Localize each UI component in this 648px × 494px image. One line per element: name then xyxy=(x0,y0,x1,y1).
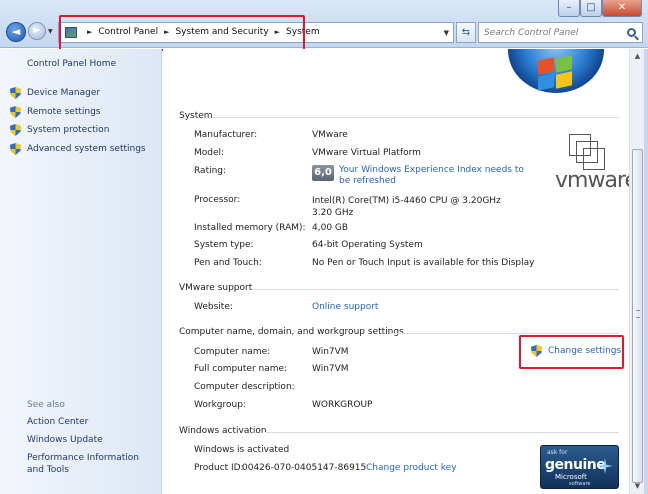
rating-label: Rating: xyxy=(194,166,227,176)
search-input[interactable] xyxy=(484,26,619,40)
shield-icon xyxy=(10,106,21,118)
product-id-label: Product ID: xyxy=(194,463,244,473)
sidebar-item-remote-settings[interactable]: Remote settings xyxy=(10,106,100,118)
see-also-heading: See also xyxy=(27,400,65,410)
section-divider xyxy=(390,333,619,334)
windows-logo xyxy=(508,49,604,93)
vertical-scrollbar[interactable]: ▲ ▼ xyxy=(629,49,644,494)
online-support-link[interactable]: Online support xyxy=(312,302,378,312)
genuine-word: genuine xyxy=(545,457,606,473)
computer-name-value: Win7VM xyxy=(312,347,349,357)
model-label: Model: xyxy=(194,148,225,158)
section-activation-title: Windows activation xyxy=(179,426,267,436)
see-also-performance-information[interactable]: Performance Information and Tools xyxy=(27,452,157,476)
back-button[interactable]: ◄ xyxy=(6,22,26,42)
refresh-icon: ⇆ xyxy=(461,27,471,38)
sidebar-item-label: Device Manager xyxy=(27,88,101,98)
computer-description-label: Computer description: xyxy=(194,382,295,392)
sidebar-item-device-manager[interactable]: Device Manager xyxy=(10,87,100,99)
section-vmware-support-title: VMware support xyxy=(179,283,253,293)
manufacturer-label: Manufacturer: xyxy=(194,130,258,140)
full-computer-name-value: Win7VM xyxy=(312,364,349,374)
shield-icon xyxy=(10,143,21,155)
sidebar-item-label: Remote settings xyxy=(27,107,101,117)
sidebar-item-label: System protection xyxy=(27,125,110,135)
workgroup-label: Workgroup: xyxy=(194,400,246,410)
refresh-button[interactable]: ⇆ xyxy=(456,22,476,43)
system-type-label: System type: xyxy=(194,240,254,250)
rating-value: 6,0 Your Windows Experience Index needs t… xyxy=(312,165,527,187)
scrollbar-thumb[interactable] xyxy=(632,149,643,483)
change-product-key-link[interactable]: Change product key xyxy=(366,463,457,473)
pen-touch-value: No Pen or Touch Input is available for t… xyxy=(312,258,535,268)
flag-red xyxy=(538,57,554,75)
main-content: System Manufacturer: VMware Model: VMwar… xyxy=(163,49,629,494)
processor-value: Intel(R) Core(TM) i5-4460 CPU @ 3.20GHz … xyxy=(312,196,501,218)
system-type-value: 64-bit Operating System xyxy=(312,240,423,250)
section-divider xyxy=(253,289,619,290)
search-icon[interactable] xyxy=(627,28,636,37)
minimize-button[interactable]: – xyxy=(558,0,580,17)
see-also-windows-update[interactable]: Windows Update xyxy=(27,434,157,446)
arrow-left-icon: ◄ xyxy=(11,25,21,38)
flag-blue xyxy=(538,73,554,91)
highlight-change-settings xyxy=(519,335,624,369)
see-also-action-center[interactable]: Action Center xyxy=(27,416,157,428)
maximize-button[interactable]: □ xyxy=(580,0,602,17)
section-divider xyxy=(213,117,619,118)
processor-label: Processor: xyxy=(194,195,241,205)
genuine-microsoft-badge[interactable]: ask for genuine Microsoft software xyxy=(540,445,619,489)
shield-icon xyxy=(10,87,21,99)
genuine-microsoft: Microsoft xyxy=(555,473,587,481)
experience-index-link[interactable]: Your Windows Experience Index needs to b… xyxy=(339,165,524,187)
genuine-software: software xyxy=(569,481,591,487)
control-panel-home-link[interactable]: Control Panel Home xyxy=(27,59,116,69)
section-system-title: System xyxy=(179,111,213,121)
memory-label: Installed memory (RAM): xyxy=(194,223,306,233)
pen-touch-label: Pen and Touch: xyxy=(194,258,262,268)
product-id-value: 00426-070-0405147-86915 xyxy=(242,463,367,473)
genuine-ask-for: ask for xyxy=(547,449,568,456)
window-controls: – □ ✕ xyxy=(558,0,642,18)
close-button[interactable]: ✕ xyxy=(602,0,642,17)
vmware-logo-text: vmware xyxy=(555,168,629,193)
arrow-right-icon: ► xyxy=(33,25,41,36)
forward-button[interactable]: ► xyxy=(28,22,46,40)
manufacturer-value: VMware xyxy=(312,130,348,140)
window-frame-edge xyxy=(644,49,648,494)
vmware-squares-icon xyxy=(569,134,607,170)
sidebar-item-system-protection[interactable]: System protection xyxy=(10,124,109,136)
memory-value: 4,00 GB xyxy=(312,223,349,233)
model-value: VMware Virtual Platform xyxy=(312,148,421,158)
recent-pages-dropdown[interactable]: ▼ xyxy=(48,28,53,35)
flag-green xyxy=(556,55,572,73)
highlight-breadcrumb xyxy=(59,15,305,51)
sidebar-item-label: Advanced system settings xyxy=(27,144,146,154)
experience-index-badge: 6,0 xyxy=(312,165,334,181)
shield-icon xyxy=(10,124,21,136)
grip-icon xyxy=(636,310,640,318)
vmware-logo: vmware xyxy=(555,134,629,194)
scroll-down-icon[interactable]: ▼ xyxy=(630,479,645,494)
scroll-up-icon[interactable]: ▲ xyxy=(630,49,645,64)
left-task-pane: Control Panel Home Device Manager Remote… xyxy=(0,49,162,494)
workgroup-value: WORKGROUP xyxy=(312,400,373,410)
section-divider xyxy=(265,432,619,433)
computer-name-label: Computer name: xyxy=(194,347,271,357)
sidebar-item-advanced-system-settings[interactable]: Advanced system settings xyxy=(10,143,146,155)
search-box[interactable] xyxy=(478,22,643,43)
address-dropdown[interactable]: ▼ xyxy=(444,29,449,37)
section-computer-name-title: Computer name, domain, and workgroup set… xyxy=(179,327,404,337)
full-computer-name-label: Full computer name: xyxy=(194,364,288,374)
website-label: Website: xyxy=(194,302,233,312)
activation-status: Windows is activated xyxy=(194,445,290,455)
flag-yellow xyxy=(556,71,572,89)
